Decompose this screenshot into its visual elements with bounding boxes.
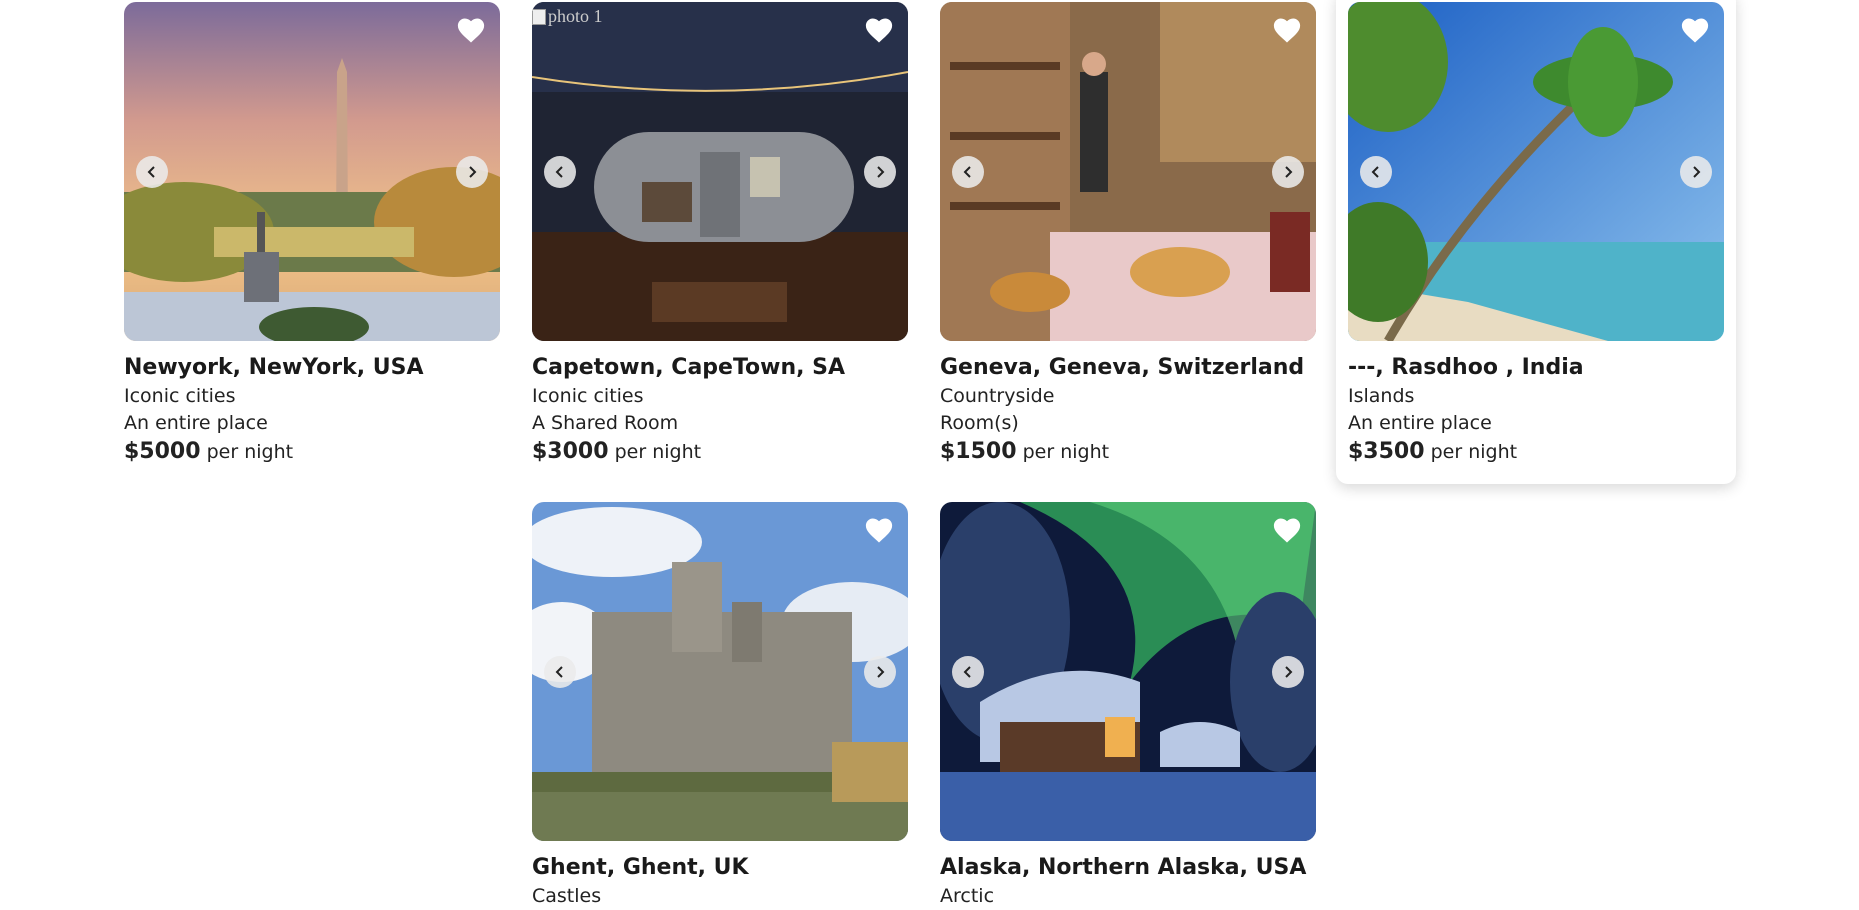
photo-shop: [940, 2, 1316, 341]
listing-type: An entire place: [1348, 412, 1492, 434]
listing-category: Iconic cities: [124, 385, 236, 407]
heart-icon[interactable]: [1680, 16, 1710, 46]
heart-icon[interactable]: [456, 16, 486, 46]
listing-card[interactable]: Ghent, Ghent, UK Castles: [532, 502, 908, 910]
chevron-right-icon: [1693, 166, 1701, 178]
image-alt-text: photo 1: [548, 6, 603, 26]
chevron-left-icon: [1371, 166, 1379, 178]
listing-category: Arctic: [940, 885, 995, 907]
photo-aurora: [940, 502, 1316, 841]
chevron-left-icon: [147, 166, 155, 178]
listing-photo[interactable]: [124, 2, 500, 341]
next-photo-button[interactable]: [864, 656, 896, 688]
price-amount: $1500: [940, 439, 1017, 464]
listing-card[interactable]: photo 1 Capetown, CapeTown, SA Iconic ci…: [532, 2, 908, 467]
chevron-left-icon: [555, 166, 563, 178]
listing-category: Castles: [532, 885, 602, 907]
listing-title: Alaska, Northern Alaska, USA: [940, 855, 1307, 880]
listing-info: Alaska, Northern Alaska, USA Arctic: [940, 841, 1316, 910]
chevron-right-icon: [877, 666, 885, 678]
listing-photo[interactable]: [940, 502, 1316, 841]
chevron-left-icon: [963, 166, 971, 178]
heart-icon[interactable]: [1272, 16, 1302, 46]
listing-photo[interactable]: photo 1: [532, 2, 908, 341]
listing-info: Geneva, Geneva, Switzerland Countryside …: [940, 341, 1316, 467]
listing-title: Geneva, Geneva, Switzerland: [940, 355, 1305, 380]
prev-photo-button[interactable]: [952, 156, 984, 188]
prev-photo-button[interactable]: [952, 656, 984, 688]
listing-type: A Shared Room: [532, 412, 679, 434]
price-amount: $5000: [124, 439, 201, 464]
listing-info: Newyork, NewYork, USA Iconic cities An e…: [124, 341, 500, 467]
listing-category: Iconic cities: [532, 385, 644, 407]
price-unit: per night: [614, 441, 702, 463]
chevron-right-icon: [1285, 666, 1293, 678]
listing-card[interactable]: Newyork, NewYork, USA Iconic cities An e…: [124, 2, 500, 467]
listing-category: Countryside: [940, 385, 1055, 407]
listing-info: ---, Rasdhoo , India Islands An entire p…: [1348, 341, 1724, 467]
listing-category: Islands: [1348, 385, 1415, 407]
listing-photo[interactable]: [532, 502, 908, 841]
next-photo-button[interactable]: [1680, 156, 1712, 188]
next-photo-button[interactable]: [864, 156, 896, 188]
listing-title: Newyork, NewYork, USA: [124, 355, 424, 380]
heart-icon[interactable]: [864, 516, 894, 546]
chevron-right-icon: [877, 166, 885, 178]
listing-info: Ghent, Ghent, UK Castles: [532, 841, 908, 910]
listing-price: $1500 per night: [940, 437, 1316, 467]
photo-washington: [124, 2, 500, 341]
listings-grid: Newyork, NewYork, USA Iconic cities An e…: [0, 0, 1859, 910]
price-amount: $3500: [1348, 439, 1425, 464]
listing-card[interactable]: ---, Rasdhoo , India Islands An entire p…: [1336, 0, 1736, 484]
listing-price: $5000 per night: [124, 437, 500, 467]
prev-photo-button[interactable]: [136, 156, 168, 188]
next-photo-button[interactable]: [456, 156, 488, 188]
prev-photo-button[interactable]: [544, 156, 576, 188]
broken-image-icon: [532, 8, 546, 25]
photo-airstream: [532, 2, 908, 341]
price-unit: per night: [1430, 441, 1518, 463]
listing-card[interactable]: Alaska, Northern Alaska, USA Arctic: [940, 502, 1316, 910]
photo-castle: [532, 502, 908, 841]
listing-title: Ghent, Ghent, UK: [532, 855, 749, 880]
listing-title: Capetown, CapeTown, SA: [532, 355, 846, 380]
listing-type: An entire place: [124, 412, 268, 434]
chevron-left-icon: [963, 666, 971, 678]
prev-photo-button[interactable]: [1360, 156, 1392, 188]
chevron-left-icon: [555, 666, 563, 678]
photo-beach: [1348, 2, 1724, 341]
listing-price: $3500 per night: [1348, 437, 1724, 467]
heart-icon[interactable]: [864, 16, 894, 46]
heart-icon[interactable]: [1272, 516, 1302, 546]
next-photo-button[interactable]: [1272, 156, 1304, 188]
listing-photo[interactable]: [940, 2, 1316, 341]
next-photo-button[interactable]: [1272, 656, 1304, 688]
price-amount: $3000: [532, 439, 609, 464]
broken-image-alt: photo 1: [532, 6, 603, 27]
listing-title: ---, Rasdhoo , India: [1348, 355, 1584, 380]
listing-price: $3000 per night: [532, 437, 908, 467]
chevron-right-icon: [1285, 166, 1293, 178]
price-unit: per night: [1022, 441, 1110, 463]
listing-card[interactable]: Geneva, Geneva, Switzerland Countryside …: [940, 2, 1316, 467]
listing-photo[interactable]: [1348, 2, 1724, 341]
listing-type: Room(s): [940, 412, 1019, 434]
prev-photo-button[interactable]: [544, 656, 576, 688]
chevron-right-icon: [469, 166, 477, 178]
listing-info: Capetown, CapeTown, SA Iconic cities A S…: [532, 341, 908, 467]
price-unit: per night: [206, 441, 294, 463]
